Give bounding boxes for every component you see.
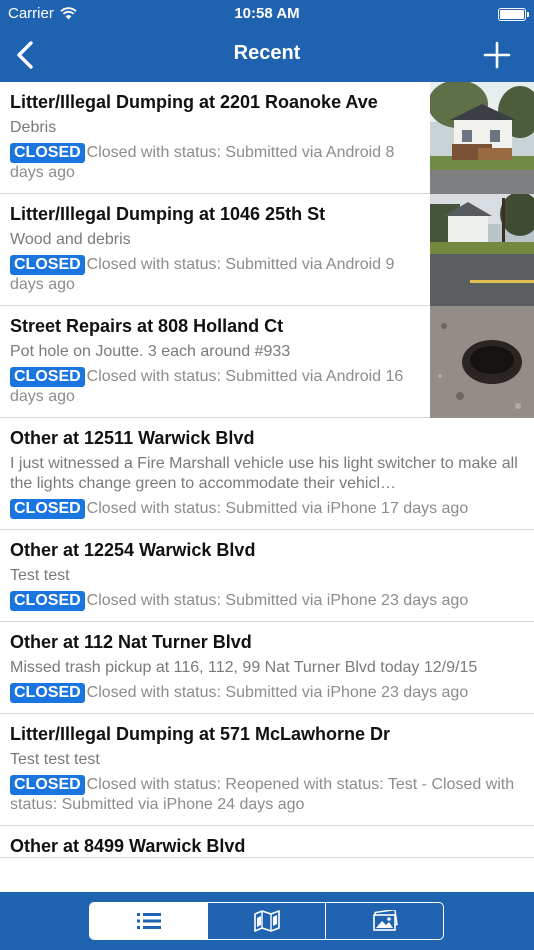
status-text: Closed with status: Submitted via iPhone…	[86, 592, 469, 609]
report-description: Debris	[10, 119, 57, 136]
report-description: I just witnessed a Fire Marshall vehicle…	[10, 455, 518, 492]
list-icon	[136, 913, 161, 929]
photo-gallery-icon	[372, 910, 398, 931]
clock: 10:58 AM	[234, 5, 300, 22]
report-status: CLOSED Closed with status: Submitted via …	[10, 143, 426, 193]
report-status: CLOSED Closed with status: Submitted via …	[10, 367, 426, 417]
report-description: Test test	[10, 567, 70, 584]
report-title: Other at 12511 Warwick Blvd	[10, 428, 255, 448]
street-corner-thumbnail	[430, 194, 534, 310]
list-item[interactable]: Litter/Illegal Dumping at 2201 Roanoke A…	[0, 82, 534, 198]
view-switcher	[89, 902, 444, 940]
report-title: Other at 8499 Warwick Blvd	[10, 836, 246, 856]
closed-badge: CLOSED	[10, 683, 85, 703]
closed-badge: CLOSED	[10, 775, 85, 795]
status-bar: Carrier 10:58 AM	[0, 0, 534, 28]
report-description: Wood and debris	[10, 231, 131, 248]
report-status: CLOSED Closed with status: Submitted via …	[10, 499, 524, 529]
report-title: Street Repairs at 808 Holland Ct	[10, 316, 284, 336]
list-item[interactable]: Street Repairs at 808 Holland Ct Pot hol…	[0, 306, 534, 422]
report-status: CLOSED Closed with status: Submitted via …	[10, 683, 524, 713]
report-title: Litter/Illegal Dumping at 571 McLawhorne…	[10, 724, 391, 744]
report-status: CLOSED Closed with status: Reopened with …	[10, 775, 524, 825]
report-description: Pot hole on Joutte. 3 each around #933	[10, 343, 291, 360]
status-text: Closed with status: Submitted via iPhone…	[86, 684, 469, 701]
list-item[interactable]: Other at 12511 Warwick Blvd I just witne…	[0, 418, 534, 530]
closed-badge: CLOSED	[10, 499, 85, 519]
photo-view-tab[interactable]	[325, 903, 443, 939]
map-icon	[253, 910, 280, 932]
closed-badge: CLOSED	[10, 591, 85, 611]
list-item[interactable]: Other at 8499 Warwick Blvd	[0, 826, 534, 858]
report-title: Other at 112 Nat Turner Blvd	[10, 632, 252, 652]
list-view-tab[interactable]	[90, 903, 207, 939]
report-status: CLOSED Closed with status: Submitted via …	[10, 591, 524, 621]
closed-badge: CLOSED	[10, 255, 85, 275]
status-text: Closed with status: Submitted via iPhone…	[86, 500, 469, 517]
list-item[interactable]: Litter/Illegal Dumping at 1046 25th St W…	[0, 194, 534, 310]
report-title: Other at 12254 Warwick Blvd	[10, 540, 256, 560]
map-view-tab[interactable]	[207, 903, 325, 939]
closed-badge: CLOSED	[10, 367, 85, 387]
report-status: CLOSED Closed with status: Submitted via …	[10, 255, 426, 305]
add-icon[interactable]	[482, 40, 512, 70]
bottom-toolbar	[0, 892, 534, 950]
report-description: Missed trash pickup at 116, 112, 99 Nat …	[10, 659, 478, 676]
pothole-thumbnail	[430, 306, 534, 422]
closed-badge: CLOSED	[10, 143, 85, 163]
navigation-bar: Recent	[0, 28, 534, 82]
page-title: Recent	[233, 42, 301, 64]
report-description: Test test test	[10, 751, 100, 768]
report-list[interactable]: Litter/Illegal Dumping at 2201 Roanoke A…	[0, 82, 534, 892]
list-item[interactable]: Litter/Illegal Dumping at 571 McLawhorne…	[0, 714, 534, 826]
house-with-debris-thumbnail	[430, 82, 534, 198]
battery-icon	[498, 8, 529, 21]
report-title: Litter/Illegal Dumping at 1046 25th St	[10, 204, 326, 224]
status-text: Closed with status: Reopened with status…	[10, 776, 515, 813]
report-title: Litter/Illegal Dumping at 2201 Roanoke A…	[10, 92, 378, 112]
list-item[interactable]: Other at 12254 Warwick Blvd Test test CL…	[0, 530, 534, 622]
list-item[interactable]: Other at 112 Nat Turner Blvd Missed tras…	[0, 622, 534, 714]
